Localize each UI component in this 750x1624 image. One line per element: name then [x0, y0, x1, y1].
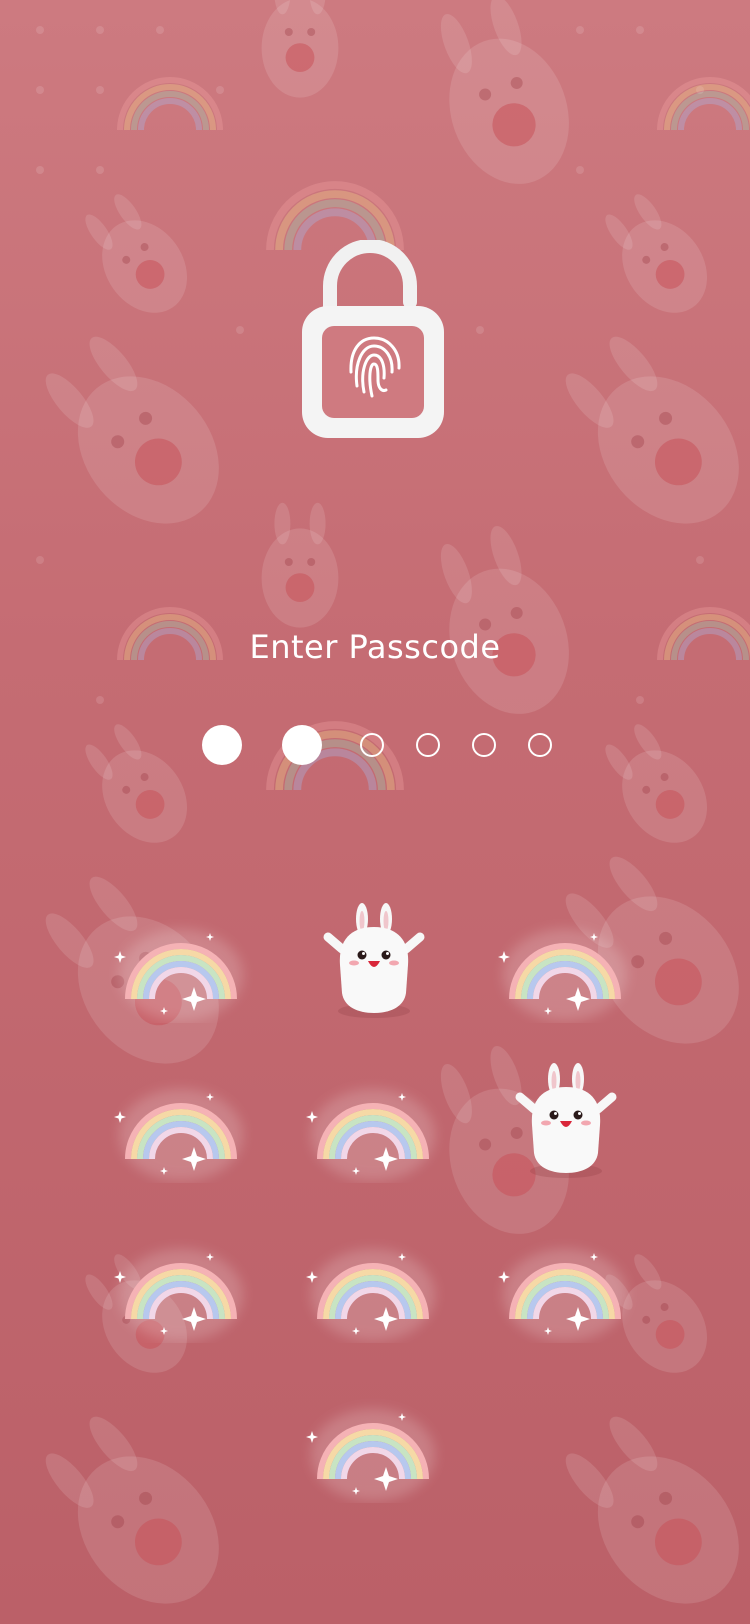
key-4[interactable]	[106, 1063, 256, 1183]
rainbow-icon	[490, 1223, 640, 1343]
passcode-dot-empty	[472, 733, 496, 757]
rainbow-icon	[298, 1063, 448, 1183]
passcode-dot-empty	[528, 733, 552, 757]
bunny-icon	[298, 903, 448, 1023]
passcode-dot-empty	[360, 733, 384, 757]
page-title: Enter Passcode	[249, 628, 501, 666]
rainbow-icon	[490, 903, 640, 1023]
key-6[interactable]	[490, 1063, 640, 1183]
key-3[interactable]	[490, 903, 640, 1023]
rainbow-icon	[106, 1223, 256, 1343]
key-7[interactable]	[106, 1223, 256, 1343]
lock-screen: Enter Passcode	[0, 0, 750, 1624]
rainbow-icon	[106, 903, 256, 1023]
key-5[interactable]	[298, 1063, 448, 1183]
rainbow-icon	[106, 1063, 256, 1183]
key-2[interactable]	[298, 903, 448, 1023]
passcode-dot-filled	[202, 725, 242, 765]
key-0[interactable]	[298, 1383, 448, 1503]
key-1[interactable]	[106, 903, 256, 1023]
padlock-open-fingerprint-icon	[302, 240, 444, 438]
key-9[interactable]	[490, 1223, 640, 1343]
rainbow-icon	[298, 1383, 448, 1503]
rainbow-icon	[298, 1223, 448, 1343]
key-8[interactable]	[298, 1223, 448, 1343]
passcode-dot-empty	[416, 733, 440, 757]
bunny-icon	[490, 1063, 640, 1183]
passcode-dot-filled	[282, 725, 322, 765]
